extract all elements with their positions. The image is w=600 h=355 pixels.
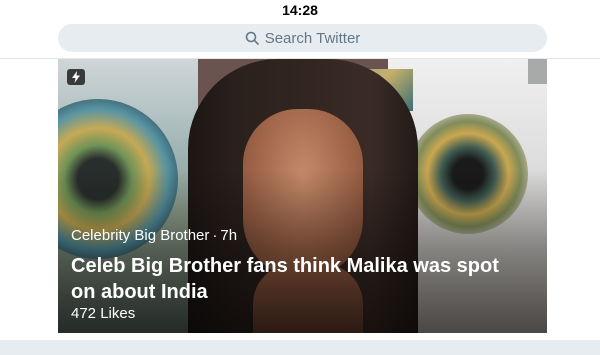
lightning-icon xyxy=(67,69,85,85)
news-card[interactable]: Celebrity Big Brother · 7h Celeb Big Broth… xyxy=(58,59,547,333)
card-likes: 472 Likes xyxy=(71,305,136,322)
card-meta: Celebrity Big Brother · 7h xyxy=(71,227,237,244)
card-source: Celebrity Big Brother xyxy=(71,227,210,244)
meta-separator: · xyxy=(212,227,218,244)
search-icon xyxy=(245,31,259,45)
status-bar: 14:28 xyxy=(0,0,600,20)
search-input[interactable]: Search Twitter xyxy=(58,24,547,52)
card-age: 7h xyxy=(220,227,238,244)
next-item-edge xyxy=(0,340,600,355)
card-headline[interactable]: Celeb Big Brother fans think Malika was … xyxy=(71,253,521,305)
status-time: 14:28 xyxy=(282,2,318,18)
search-placeholder: Search Twitter xyxy=(264,29,361,47)
